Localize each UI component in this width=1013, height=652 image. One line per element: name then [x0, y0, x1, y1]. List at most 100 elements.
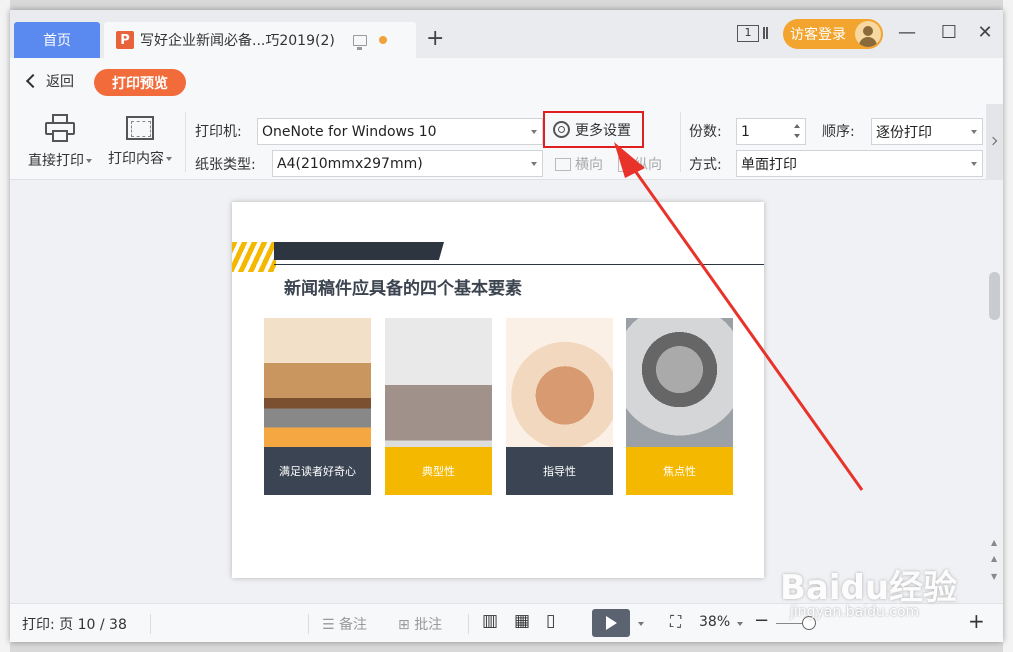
chevron-left-icon — [25, 73, 41, 89]
portrait-button[interactable]: 纵向 — [618, 154, 662, 174]
avatar — [855, 21, 881, 47]
order-label: 顺序: — [822, 124, 855, 140]
grid-view-icon[interactable]: ▦ — [514, 611, 530, 631]
card: 焦点性 — [626, 318, 733, 495]
chevron-down-icon — [971, 130, 977, 134]
vertical-scrollbar[interactable]: ▲ ▲ ▼ — [986, 180, 1003, 603]
maximize-icon[interactable]: ☐ — [937, 22, 961, 43]
zoom-value[interactable]: 38% — [699, 614, 730, 630]
more-settings-button[interactable]: 更多设置 — [543, 111, 644, 148]
order-select[interactable]: 逐份打印 — [871, 118, 983, 145]
card: 典型性 — [385, 318, 492, 495]
portrait-label: 纵向 — [634, 157, 662, 173]
play-caret-icon[interactable] — [638, 622, 644, 626]
card-caption: 焦点性 — [626, 447, 733, 495]
divider — [308, 614, 309, 634]
gear-icon — [553, 121, 570, 138]
zoom-caret-icon[interactable] — [737, 622, 743, 626]
spinner-icon[interactable] — [789, 119, 805, 144]
notes-button[interactable]: ☰ 备注 — [322, 614, 367, 634]
unsaved-dot-icon — [378, 36, 387, 44]
caret-down-icon — [86, 159, 92, 163]
slide-title: 新闻稿件应具备的四个基本要素 — [284, 279, 522, 299]
normal-view-icon[interactable]: ▥ — [482, 611, 498, 631]
copies-input[interactable]: 1 — [736, 118, 806, 145]
reading-view-icon[interactable]: ▯ — [546, 611, 555, 631]
print-content-button[interactable]: 打印内容 — [102, 110, 178, 176]
monitor-icon[interactable] — [352, 34, 367, 50]
next-page-icon[interactable]: ▼ — [991, 572, 997, 581]
more-settings-label: 更多设置 — [575, 122, 631, 139]
close-icon[interactable]: ✕ — [973, 22, 997, 43]
printer-icon — [45, 114, 75, 142]
divider — [185, 112, 186, 172]
new-tab-button[interactable]: + — [426, 28, 444, 50]
divider — [468, 614, 469, 634]
minimize-icon[interactable]: — — [895, 22, 919, 43]
caret-down-icon — [166, 157, 172, 161]
presentation-file-icon: P — [116, 31, 134, 49]
watermark-url: jingyan.baidu.com — [790, 604, 920, 620]
tab-document-title: 写好企业新闻必备...巧2019(2) — [140, 33, 335, 49]
background-left — [0, 0, 10, 652]
fit-page-icon[interactable]: ⛶ — [670, 612, 681, 632]
comments-label: 批注 — [414, 617, 443, 633]
watermark-logo: Baidu经验 — [780, 568, 958, 608]
zoom-out-icon[interactable]: − — [754, 610, 769, 631]
card-caption: 满足读者好奇心 — [264, 447, 371, 495]
chevron-down-icon — [531, 130, 537, 134]
landscape-button[interactable]: 横向 — [555, 154, 603, 174]
book-image — [264, 318, 371, 447]
card-caption: 指导性 — [506, 447, 613, 495]
chevron-down-icon — [531, 162, 537, 166]
scrollbar-thumb[interactable] — [989, 272, 1000, 320]
duplex-select[interactable]: 单面打印 — [736, 150, 983, 177]
comments-button[interactable]: ⊞ 批注 — [398, 614, 442, 634]
play-button[interactable] — [592, 609, 630, 637]
app-window: 首页 P 写好企业新闻必备...巧2019(2) + 1 访客登录 — ☐ ✕ … — [10, 10, 1003, 642]
portrait-icon — [618, 156, 630, 172]
fist-image — [626, 318, 733, 447]
printer-label: 打印机: — [195, 124, 242, 140]
chevron-down-icon — [971, 162, 977, 166]
copies-value: 1 — [741, 123, 750, 140]
tab-home-label: 首页 — [43, 33, 71, 49]
duplex-value: 单面打印 — [741, 156, 797, 173]
hands-image — [506, 318, 613, 447]
printer-select[interactable]: OneNote for Windows 10 — [257, 118, 543, 145]
guest-login-button[interactable]: 访客登录 — [783, 19, 883, 49]
landscape-label: 横向 — [575, 157, 603, 173]
ribbon-scroll-button[interactable] — [986, 104, 1003, 180]
header-rule — [274, 264, 764, 265]
paper-type-label: 纸张类型: — [195, 157, 256, 173]
direct-print-label: 直接打印 — [28, 153, 84, 169]
notes-label: 备注 — [339, 617, 368, 633]
back-button[interactable]: 返回 — [25, 71, 74, 91]
title-bar: 首页 P 写好企业新闻必备...巧2019(2) + 1 访客登录 — ☐ ✕ — [10, 10, 1003, 58]
printer-value: OneNote for Windows 10 — [262, 123, 437, 140]
guest-login-label: 访客登录 — [790, 27, 846, 43]
print-preview-badge: 打印预览 — [94, 69, 186, 96]
print-content-label: 打印内容 — [108, 151, 164, 167]
prev-page-icon[interactable]: ▲ — [991, 554, 997, 563]
card: 满足读者好奇心 — [264, 318, 371, 495]
window-count-icon[interactable]: 1 — [737, 25, 765, 42]
direct-print-button[interactable]: 直接打印 — [22, 110, 98, 176]
header-bar — [274, 242, 444, 260]
copies-label: 份数: — [689, 124, 722, 140]
divider — [150, 614, 151, 634]
card-caption: 典型性 — [385, 447, 492, 495]
zoom-in-icon[interactable]: + — [968, 609, 985, 633]
card: 指导性 — [506, 318, 613, 495]
order-value: 逐份打印 — [876, 124, 932, 141]
scroll-up-icon[interactable]: ▲ — [991, 538, 997, 547]
tab-document[interactable]: P 写好企业新闻必备...巧2019(2) — [104, 22, 416, 58]
page-preview: 新闻稿件应具备的四个基本要素 满足读者好奇心 典型性 指导性 焦点性 — [232, 202, 764, 578]
duplex-label: 方式: — [689, 157, 722, 173]
paper-type-value: A4(210mmx297mm) — [277, 155, 423, 172]
telescope-image — [385, 318, 492, 447]
back-label: 返回 — [46, 74, 74, 90]
paper-type-select[interactable]: A4(210mmx297mm) — [272, 150, 543, 177]
divider — [680, 112, 681, 172]
tab-home[interactable]: 首页 — [14, 22, 100, 58]
